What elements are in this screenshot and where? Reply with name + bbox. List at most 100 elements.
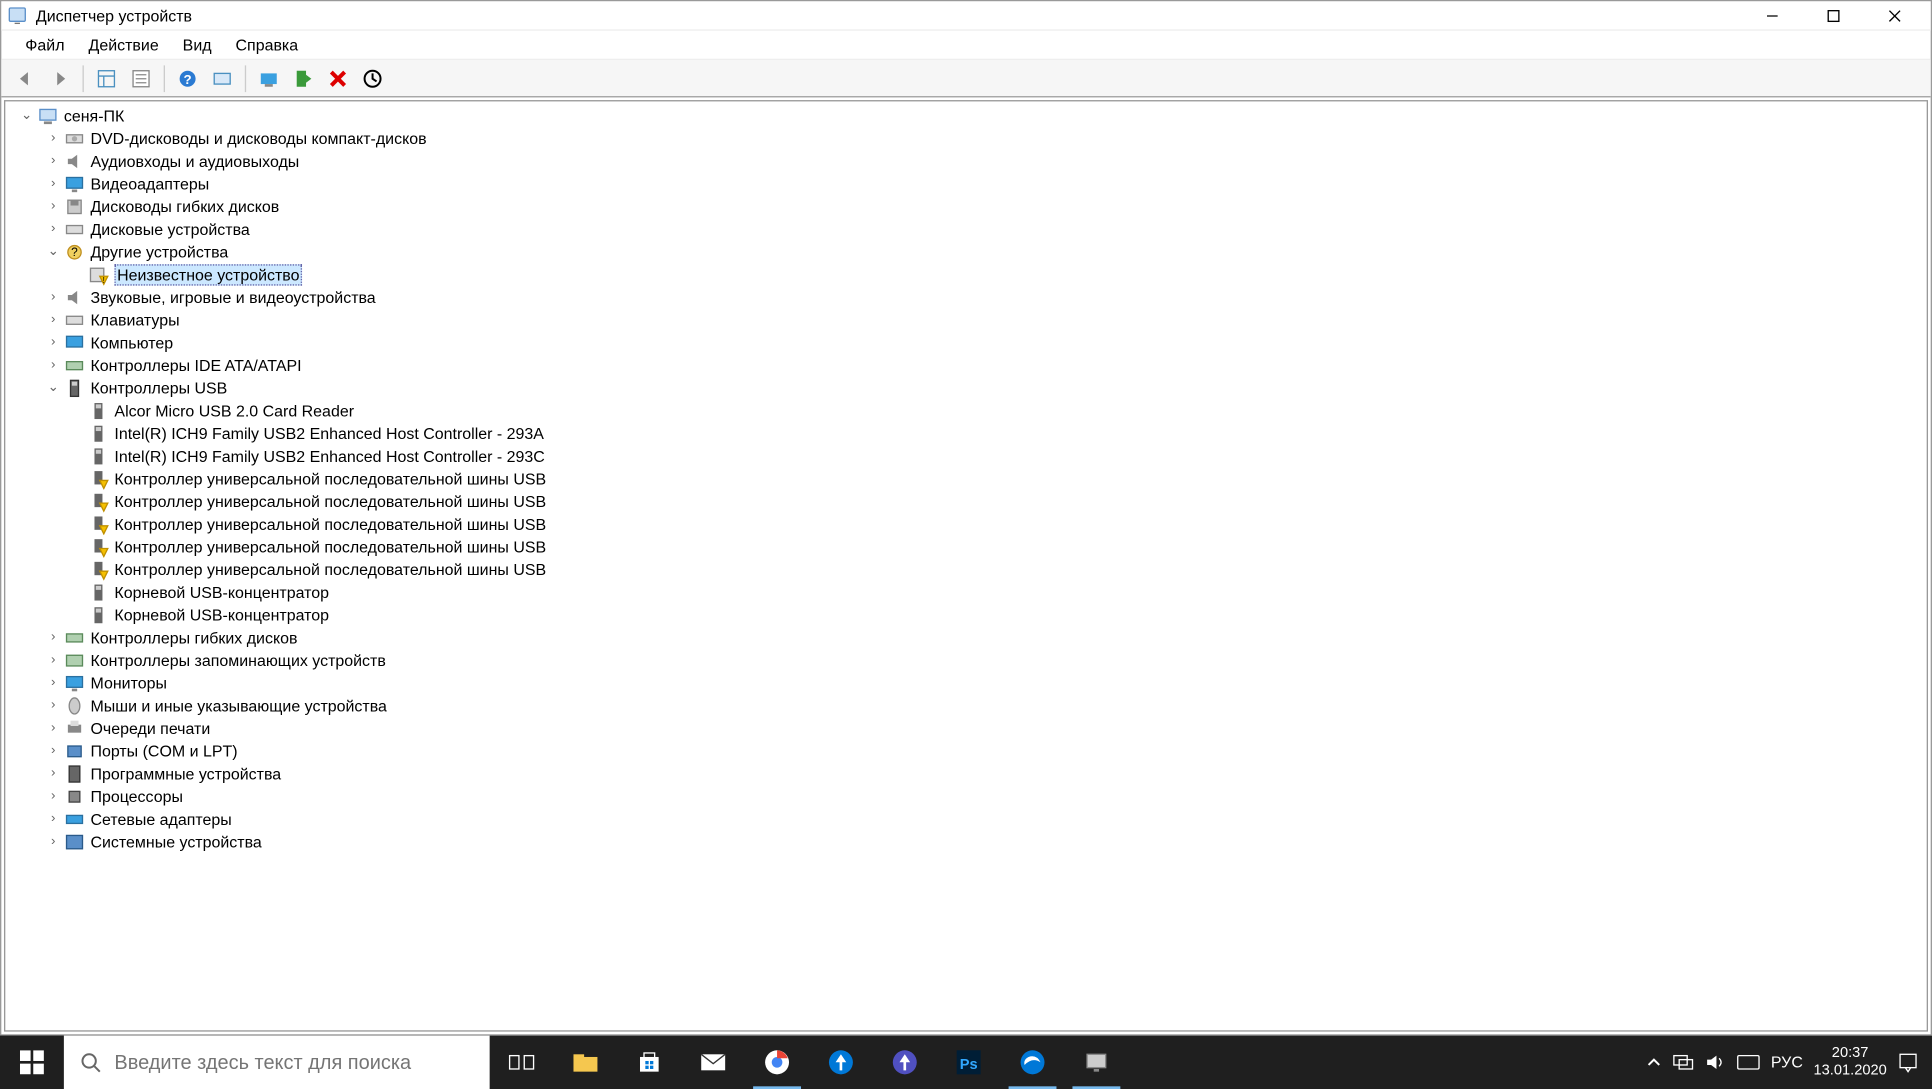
chevron-down-icon[interactable]: ⌄ [45, 244, 61, 260]
tree-node-usb-root-hub-2[interactable]: Корневой USB-концентратор [5, 603, 1926, 626]
back-button[interactable] [9, 62, 41, 94]
tray-volume-icon[interactable] [1704, 1053, 1725, 1072]
taskbar: Ps РУС 20:37 13.01.2020 [0, 1036, 1932, 1089]
tree-node-disk-drives[interactable]: › Дисковые устройства [5, 218, 1926, 241]
enable-device-button[interactable] [287, 62, 319, 94]
menu-action[interactable]: Действие [78, 33, 169, 57]
chevron-right-icon[interactable]: › [45, 765, 61, 781]
tree-node-usb-bus-warn-3[interactable]: Контроллер универсальной последовательно… [5, 512, 1926, 535]
tree-node-monitors[interactable]: › Мониторы [5, 671, 1926, 694]
start-button[interactable] [0, 1036, 64, 1089]
menu-file[interactable]: Файл [15, 33, 76, 57]
tree-node-other-devices[interactable]: ⌄ ? Другие устройства [5, 240, 1926, 263]
tree-node-usb-bus-warn-4[interactable]: Контроллер универсальной последовательно… [5, 535, 1926, 558]
search-icon [80, 1052, 101, 1073]
taskbar-app-photoshop[interactable]: Ps [937, 1036, 1001, 1089]
tree-node-video-adapters[interactable]: › Видеоадаптеры [5, 172, 1926, 195]
tree-node-usb-bus-warn-1[interactable]: Контроллер универсальной последовательно… [5, 467, 1926, 490]
menu-help[interactable]: Справка [225, 33, 309, 57]
tree-node-keyboards[interactable]: › Клавиатуры [5, 308, 1926, 331]
tree-node-storage-controllers[interactable]: › Контроллеры запоминающих устройств [5, 649, 1926, 672]
chevron-right-icon[interactable]: › [45, 198, 61, 214]
task-view-button[interactable] [490, 1036, 554, 1089]
tree-node-print-queues[interactable]: › Очереди печати [5, 717, 1926, 740]
chevron-right-icon[interactable]: › [45, 153, 61, 169]
chevron-right-icon[interactable]: › [45, 788, 61, 804]
tree-node-usb-bus-warn-2[interactable]: Контроллер универсальной последовательно… [5, 490, 1926, 513]
usb-warning-icon [88, 536, 109, 557]
chevron-right-icon[interactable]: › [45, 221, 61, 237]
search-box[interactable] [64, 1036, 490, 1089]
close-button[interactable] [1864, 1, 1925, 30]
tray-keyboard-icon[interactable] [1736, 1054, 1760, 1070]
tree-root[interactable]: ⌄ сеня-ПК [5, 104, 1926, 127]
chevron-right-icon[interactable]: › [45, 175, 61, 191]
tree-node-processors[interactable]: › Процессоры [5, 785, 1926, 808]
taskbar-app-file-explorer[interactable] [554, 1036, 618, 1089]
search-input[interactable] [114, 1051, 473, 1074]
taskbar-app-chrome[interactable] [745, 1036, 809, 1089]
tree-node-usb-intel-293a[interactable]: Intel(R) ICH9 Family USB2 Enhanced Host … [5, 422, 1926, 445]
port-icon [64, 740, 85, 761]
chevron-right-icon[interactable]: › [45, 629, 61, 645]
minimize-button[interactable] [1742, 1, 1803, 30]
maximize-button[interactable] [1803, 1, 1864, 30]
show-hide-tree-button[interactable] [90, 62, 122, 94]
update-driver-button[interactable] [253, 62, 285, 94]
taskbar-app-store[interactable] [617, 1036, 681, 1089]
tree-node-usb-bus-warn-5[interactable]: Контроллер универсальной последовательно… [5, 558, 1926, 581]
chevron-down-icon[interactable]: ⌄ [45, 380, 61, 396]
tree-node-ide-atapi[interactable]: › Контроллеры IDE ATA/ATAPI [5, 354, 1926, 377]
tree-node-usb-controllers[interactable]: ⌄ Контроллеры USB [5, 376, 1926, 399]
disable-device-button[interactable] [357, 62, 389, 94]
tree-node-audio-io[interactable]: › Аудиовходы и аудиовыходы [5, 149, 1926, 172]
chevron-right-icon[interactable]: › [45, 652, 61, 668]
other-device-icon: ? [64, 241, 85, 262]
tray-clock[interactable]: 20:37 13.01.2020 [1813, 1045, 1886, 1080]
tree-node-software-devices[interactable]: › Программные устройства [5, 762, 1926, 785]
tray-chevron-icon[interactable] [1646, 1054, 1662, 1070]
help-button[interactable]: ? [172, 62, 204, 94]
tree-node-sound-game-video[interactable]: › Звуковые, игровые и видеоустройства [5, 286, 1926, 309]
chevron-right-icon[interactable]: › [45, 312, 61, 328]
tray-network-icon[interactable] [1672, 1053, 1693, 1072]
taskbar-app-mail[interactable] [681, 1036, 745, 1089]
taskbar-app-device-manager[interactable] [1064, 1036, 1128, 1089]
uninstall-device-button[interactable] [322, 62, 354, 94]
tray-language[interactable]: РУС [1771, 1053, 1803, 1072]
properties-button[interactable] [125, 62, 157, 94]
chevron-right-icon[interactable]: › [45, 833, 61, 849]
taskbar-app-paragon[interactable] [873, 1036, 937, 1089]
tree-node-dvd[interactable]: › DVD-дисководы и дисководы компакт-диск… [5, 127, 1926, 150]
chevron-right-icon[interactable]: › [45, 130, 61, 146]
tree-node-ports[interactable]: › Порты (COM и LPT) [5, 739, 1926, 762]
chevron-right-icon[interactable]: › [45, 811, 61, 827]
taskbar-app-edge[interactable] [1001, 1036, 1065, 1089]
chevron-right-icon[interactable]: › [45, 720, 61, 736]
chevron-right-icon[interactable]: › [45, 697, 61, 713]
chevron-right-icon[interactable]: › [45, 357, 61, 373]
tree-node-network-adapters[interactable]: › Сетевые адаптеры [5, 807, 1926, 830]
menu-view[interactable]: Вид [172, 33, 222, 57]
chevron-right-icon[interactable]: › [45, 675, 61, 691]
forward-button[interactable] [44, 62, 76, 94]
tree-node-usb-alcor[interactable]: Alcor Micro USB 2.0 Card Reader [5, 399, 1926, 422]
chevron-right-icon[interactable]: › [45, 334, 61, 350]
tree-node-floppy-drives[interactable]: › Дисководы гибких дисков [5, 195, 1926, 218]
chevron-down-icon[interactable]: ⌄ [19, 107, 35, 123]
tree-node-floppy-controllers[interactable]: › Контроллеры гибких дисков [5, 626, 1926, 649]
chevron-right-icon[interactable]: › [45, 289, 61, 305]
tree-node-usb-root-hub-1[interactable]: Корневой USB-концентратор [5, 581, 1926, 604]
tree-node-system-devices[interactable]: › Системные устройства [5, 830, 1926, 853]
tree-node-mice[interactable]: › Мыши и иные указывающие устройства [5, 694, 1926, 717]
tree-node-unknown-device[interactable]: ! Неизвестное устройство [5, 263, 1926, 286]
tree-node-computer[interactable]: › Компьютер [5, 331, 1926, 354]
chevron-right-icon[interactable]: › [45, 743, 61, 759]
device-tree[interactable]: ⌄ сеня-ПК › DVD-дисководы и дисководы ко… [4, 100, 1928, 1032]
scan-hardware-button[interactable] [206, 62, 238, 94]
warning-device-icon: ! [88, 264, 109, 285]
titlebar[interactable]: Диспетчер устройств [1, 1, 1930, 30]
tree-node-usb-intel-293c[interactable]: Intel(R) ICH9 Family USB2 Enhanced Host … [5, 444, 1926, 467]
tray-notifications-icon[interactable] [1897, 1052, 1918, 1073]
taskbar-app-upload[interactable] [809, 1036, 873, 1089]
